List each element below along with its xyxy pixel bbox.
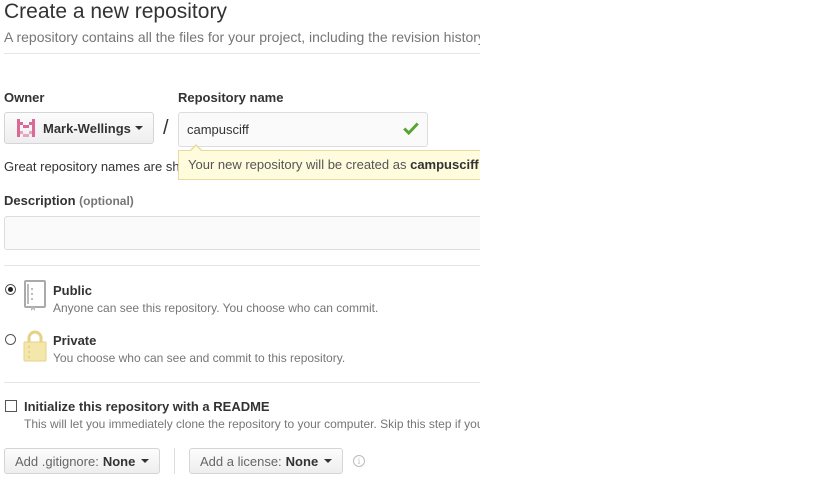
license-label: Add a license: — [200, 453, 282, 469]
license-value: None — [285, 453, 319, 469]
divider — [4, 382, 480, 383]
tooltip-text: Your new repository will be created as — [188, 157, 411, 172]
button-separator — [174, 448, 175, 474]
repo-name-label: Repository name — [178, 90, 284, 105]
public-title: Public — [53, 283, 93, 298]
page-subtitle: A repository contains all the files for … — [4, 29, 480, 45]
description-label-text: Description — [4, 193, 76, 208]
owner-select-button[interactable]: Mark-Wellings — [4, 112, 154, 144]
repo-name-input[interactable]: campusciff — [178, 112, 428, 147]
new-repo-form: Create a new repository A repository con… — [0, 0, 480, 485]
owner-label: Owner — [4, 90, 45, 105]
description-input[interactable] — [4, 216, 480, 250]
tooltip-repo-name: campusciff — [410, 157, 479, 172]
public-radio[interactable] — [5, 284, 16, 295]
owner-repo-separator: / — [163, 117, 169, 139]
divider — [4, 265, 480, 266]
lock-icon — [23, 330, 47, 362]
tooltip-arrow-inner — [191, 146, 201, 151]
chevron-down-icon — [324, 459, 333, 463]
chevron-down-icon — [134, 126, 143, 130]
info-icon[interactable]: i — [353, 455, 365, 467]
page-title: Create a new repository — [4, 0, 227, 23]
chevron-down-icon — [141, 459, 150, 463]
license-select-button[interactable]: Add a license: None — [189, 448, 344, 474]
check-icon — [403, 122, 419, 136]
private-desc: You choose who can see and commit to thi… — [53, 351, 346, 365]
owner-name: Mark-Wellings — [43, 120, 131, 136]
public-desc: Anyone can see this repository. You choo… — [53, 301, 379, 315]
readme-checkbox[interactable] — [5, 400, 17, 412]
avatar — [17, 119, 35, 137]
gitignore-select-button[interactable]: Add .gitignore: None — [4, 448, 161, 474]
gitignore-value: None — [102, 453, 136, 469]
gitignore-label: Add .gitignore: — [15, 453, 99, 469]
private-title: Private — [53, 333, 97, 348]
description-label: Description (optional) — [4, 193, 134, 208]
divider — [4, 53, 480, 54]
readme-title: Initialize this repository with a README — [24, 399, 270, 414]
book-icon — [24, 280, 46, 311]
readme-desc: This will let you immediately clone the … — [24, 417, 480, 431]
optional-label: (optional) — [79, 194, 134, 208]
repo-name-tooltip: Your new repository will be created as c… — [178, 150, 480, 180]
private-radio[interactable] — [5, 334, 16, 345]
